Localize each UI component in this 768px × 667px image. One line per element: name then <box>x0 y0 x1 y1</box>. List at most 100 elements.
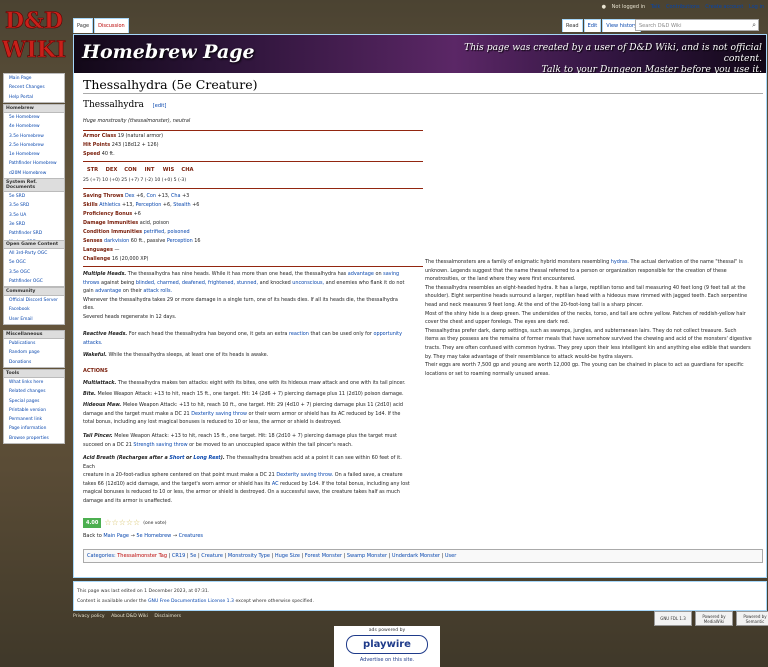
condition-link[interactable]: poisoned <box>167 229 189 235</box>
advantage-link[interactable]: advantage <box>348 271 374 277</box>
saving-link[interactable]: saving <box>383 271 399 277</box>
dex-save-link[interactable]: Dexterity saving throw. <box>276 472 333 478</box>
category-link[interactable]: CR19 <box>172 553 185 559</box>
mediawiki-badge[interactable]: Powered by MediaWiki <box>695 611 733 626</box>
sidebar-item[interactable]: All 3rd-Party OGC <box>4 249 64 258</box>
condition-link[interactable]: charmed, <box>157 280 180 286</box>
sidebar-item[interactable]: Publications <box>4 339 64 348</box>
save-link[interactable]: Cha <box>171 193 181 199</box>
sidebar-item[interactable]: 3e SRD <box>4 220 64 229</box>
opportunity-link[interactable]: opportunity <box>373 331 402 337</box>
license-link[interactable]: GNU Free Documentation License 1.3 <box>148 599 234 604</box>
sidebar-item[interactable]: 5e SRD <box>4 192 64 201</box>
disclaimers-link[interactable]: Disclaimers <box>154 614 181 619</box>
save-link[interactable]: Dex <box>125 193 135 199</box>
playwire-logo[interactable]: playwire <box>346 635 428 654</box>
sidebar-item[interactable]: 3.5e UA <box>4 211 64 220</box>
dex-save-link[interactable]: Dexterity saving throw <box>191 411 247 417</box>
advertise-link[interactable]: Advertise on this site. <box>334 657 440 663</box>
sidebar-item[interactable]: 5e OGC <box>4 258 64 267</box>
category-link[interactable]: User <box>445 553 456 559</box>
star-icon[interactable]: ☆ <box>119 519 126 527</box>
contributions-link[interactable]: Contributions <box>666 4 700 10</box>
sidebar-item[interactable]: 5e Homebrew <box>4 113 64 122</box>
sidebar-item[interactable]: Donations <box>4 358 64 367</box>
str-save-link[interactable]: Strength saving throw <box>133 442 187 448</box>
tab-read[interactable]: Read <box>562 19 583 32</box>
attacks-link[interactable]: attacks. <box>83 340 102 346</box>
talk-link[interactable]: Talk <box>651 4 661 10</box>
condition-link[interactable]: deafened, <box>182 280 207 286</box>
breadcrumb-5e-homebrew[interactable]: 5e Homebrew <box>136 533 171 539</box>
star-icon[interactable]: ☆ <box>104 519 111 527</box>
sidebar-item[interactable]: Facebook <box>4 305 64 314</box>
darkvision-link[interactable]: darkvision <box>104 238 129 244</box>
advantage-link[interactable]: advantage <box>95 288 121 294</box>
sidebar-item[interactable]: Page information <box>4 424 64 433</box>
sidebar-item[interactable]: 3.5e SRD <box>4 201 64 210</box>
sidebar-item[interactable]: d20M Homebrew <box>4 169 64 178</box>
condition-link[interactable]: unconscious, <box>292 280 324 286</box>
sidebar-item[interactable]: Permanent link <box>4 415 64 424</box>
sidebar-item[interactable]: Help Portal <box>4 93 64 102</box>
tab-page[interactable]: Page <box>73 18 94 33</box>
condition-link[interactable]: frightened, <box>208 280 235 286</box>
sidebar-item[interactable]: User Email <box>4 315 64 324</box>
condition-link[interactable]: petrified <box>144 229 165 235</box>
breadcrumb-main-page[interactable]: Main Page <box>103 533 129 539</box>
sidebar-item[interactable]: Pathfinder OGC <box>4 277 64 286</box>
site-logo[interactable]: D&D WIKI <box>2 2 66 66</box>
category-link[interactable]: Thessalmonster Tag <box>117 553 167 559</box>
sidebar-item[interactable]: Browse properties <box>4 434 64 443</box>
category-link[interactable]: 5e <box>190 553 196 559</box>
category-link[interactable]: Swamp Monster <box>347 553 387 559</box>
long-rest-link[interactable]: Long Rest <box>193 455 220 461</box>
sidebar-item[interactable]: Recent Changes <box>4 83 64 92</box>
create-account-link[interactable]: Create account <box>705 4 743 10</box>
star-icon[interactable]: ☆ <box>133 519 140 527</box>
short-rest-link[interactable]: Short <box>169 455 184 461</box>
edit-section-link[interactable]: [edit] <box>153 103 167 109</box>
category-link[interactable]: Forest Monster <box>305 553 342 559</box>
star-icon[interactable]: ☆ <box>112 519 119 527</box>
category-link[interactable]: Underdark Monster <box>392 553 440 559</box>
condition-link[interactable]: stunned, <box>237 280 258 286</box>
sidebar-item[interactable]: What links here <box>4 378 64 387</box>
star-icon[interactable]: ☆ <box>126 519 133 527</box>
sidebar-item[interactable]: Main Page <box>4 74 64 83</box>
about-link[interactable]: About D&D Wiki <box>111 614 148 619</box>
save-link[interactable]: Con <box>146 193 156 199</box>
sidebar-item[interactable]: Official Discord Server <box>4 296 64 305</box>
condition-link[interactable]: blinded, <box>136 280 156 286</box>
sidebar-item[interactable]: 4e Homebrew <box>4 122 64 131</box>
categories-label[interactable]: Categories: <box>87 553 116 559</box>
gnu-fdl-badge[interactable]: GNU FDL 1.3 <box>654 611 692 626</box>
category-link[interactable]: Monstrosity Type <box>228 553 270 559</box>
sidebar-item[interactable]: 2.5e Homebrew <box>4 141 64 150</box>
breadcrumb-creatures[interactable]: Creatures <box>179 533 203 539</box>
search-icon[interactable]: ⌕ <box>752 21 756 30</box>
semantic-badge[interactable]: Powered by Semantic <box>736 611 768 626</box>
sidebar-item[interactable]: Pathfinder Homebrew <box>4 159 64 168</box>
tab-edit[interactable]: Edit <box>583 19 602 32</box>
category-link[interactable]: Creature <box>201 553 223 559</box>
perception-link[interactable]: Perception <box>167 238 193 244</box>
category-link[interactable]: Huge Size <box>275 553 300 559</box>
search-input[interactable]: Search D&D Wiki ⌕ <box>635 19 759 31</box>
hydras-link[interactable]: hydras. <box>611 259 629 265</box>
sidebar-item[interactable]: Related changes <box>4 387 64 396</box>
sidebar-item[interactable]: Printable version <box>4 406 64 415</box>
reaction-link[interactable]: reaction <box>289 331 309 337</box>
throws-link[interactable]: throws <box>83 280 99 286</box>
skill-link[interactable]: Athletics <box>99 202 120 208</box>
login-link[interactable]: Log in <box>749 4 764 10</box>
sidebar-item[interactable]: 3.5e Homebrew <box>4 132 64 141</box>
skill-link[interactable]: Perception <box>135 202 161 208</box>
sidebar-item[interactable]: Special pages <box>4 397 64 406</box>
tab-discussion[interactable]: Discussion <box>94 18 129 33</box>
sidebar-item[interactable]: 3.5e OGC <box>4 268 64 277</box>
skill-link[interactable]: Stealth <box>173 202 190 208</box>
sidebar-item[interactable]: Random page <box>4 348 64 357</box>
ac-link[interactable]: AC <box>272 481 279 487</box>
attack-rolls-link[interactable]: attack rolls. <box>143 288 172 294</box>
